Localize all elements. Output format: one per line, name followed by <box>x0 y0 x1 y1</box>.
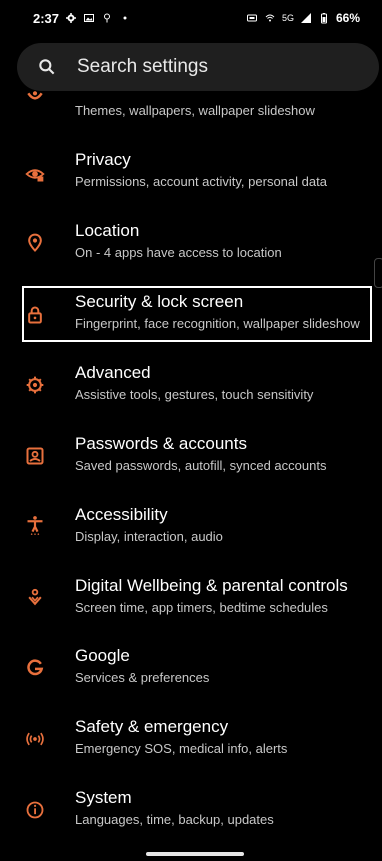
settings-item-subtitle: Emergency SOS, medical info, alerts <box>75 741 288 756</box>
privacy-eye-icon <box>25 169 45 182</box>
emergency-icon <box>26 732 44 746</box>
sim-icon <box>246 14 257 22</box>
settings-item-title: Advanced <box>75 363 151 382</box>
battery-percent: 66% <box>335 11 360 25</box>
home-indicator[interactable] <box>146 852 244 856</box>
settings-item-accessibility[interactable]: Accessibility Display, interaction, audi… <box>0 505 382 576</box>
settings-item-subtitle: On - 4 apps have access to location <box>75 245 282 260</box>
settings-item-digital-wellbeing[interactable]: Digital Wellbeing & parental controls Sc… <box>0 576 382 647</box>
settings-item-subtitle: Themes, wallpapers, wallpaper slideshow <box>75 103 315 118</box>
settings-item-title: Digital Wellbeing & parental controls <box>75 576 348 595</box>
settings-item-title: Passwords & accounts <box>75 434 247 453</box>
accessibility-icon <box>27 516 43 535</box>
signal-icon <box>300 13 311 23</box>
status-time: 2:37 <box>33 10 60 26</box>
dot-icon <box>123 16 127 20</box>
edge-handle[interactable] <box>374 258 382 288</box>
google-icon <box>27 659 44 676</box>
network-type: 5G <box>281 13 294 23</box>
battery-icon <box>320 13 327 24</box>
settings-item-google[interactable]: Google Services & preferences <box>0 646 382 717</box>
settings-item-title: Location <box>75 221 140 240</box>
settings-item-subtitle: Screen time, app timers, bedtime schedul… <box>75 600 328 615</box>
account-box-icon <box>26 447 44 465</box>
settings-item-advanced[interactable]: Advanced Assistive tools, gestures, touc… <box>0 363 382 434</box>
search-icon <box>39 59 55 75</box>
settings-item-passwords[interactable]: Passwords & accounts Saved passwords, au… <box>0 434 382 505</box>
settings-item-subtitle: Saved passwords, autofill, synced accoun… <box>75 458 327 473</box>
status-bar: 2:37 5G 66% <box>0 0 382 36</box>
settings-item-system[interactable]: System Languages, time, backup, updates <box>0 788 382 859</box>
wellbeing-icon <box>28 588 42 606</box>
info-icon <box>26 801 44 819</box>
settings-item-title: Accessibility <box>75 505 168 524</box>
settings-item-privacy[interactable]: Privacy Permissions, account activity, p… <box>0 150 382 221</box>
image-icon <box>84 14 95 22</box>
settings-item-subtitle: Assistive tools, gestures, touch sensiti… <box>75 387 314 402</box>
settings-item-subtitle: Services & preferences <box>75 670 210 685</box>
settings-item-location[interactable]: Location On - 4 apps have access to loca… <box>0 221 382 292</box>
settings-item-safety[interactable]: Safety & emergency Emergency SOS, medica… <box>0 717 382 788</box>
settings-item-subtitle: Languages, time, backup, updates <box>75 812 274 827</box>
palette-icon <box>27 91 43 100</box>
location-icon <box>28 233 42 252</box>
gear-icon <box>26 376 44 394</box>
settings-item-title: System <box>75 788 132 807</box>
selection-highlight <box>22 286 372 342</box>
settings-item-title: Safety & emergency <box>75 717 229 736</box>
settings-item-subtitle: Display, interaction, audio <box>75 529 223 544</box>
location-pin-icon <box>104 13 111 23</box>
settings-item-subtitle: Permissions, account activity, personal … <box>75 174 327 189</box>
gear-icon <box>66 13 77 23</box>
search-placeholder: Search settings <box>77 56 208 77</box>
settings-item-title: Privacy <box>75 150 131 169</box>
settings-item-title: Google <box>75 646 130 665</box>
settings-item-display[interactable]: Themes, wallpapers, wallpaper slideshow <box>0 80 382 151</box>
wifi-icon <box>265 14 275 22</box>
